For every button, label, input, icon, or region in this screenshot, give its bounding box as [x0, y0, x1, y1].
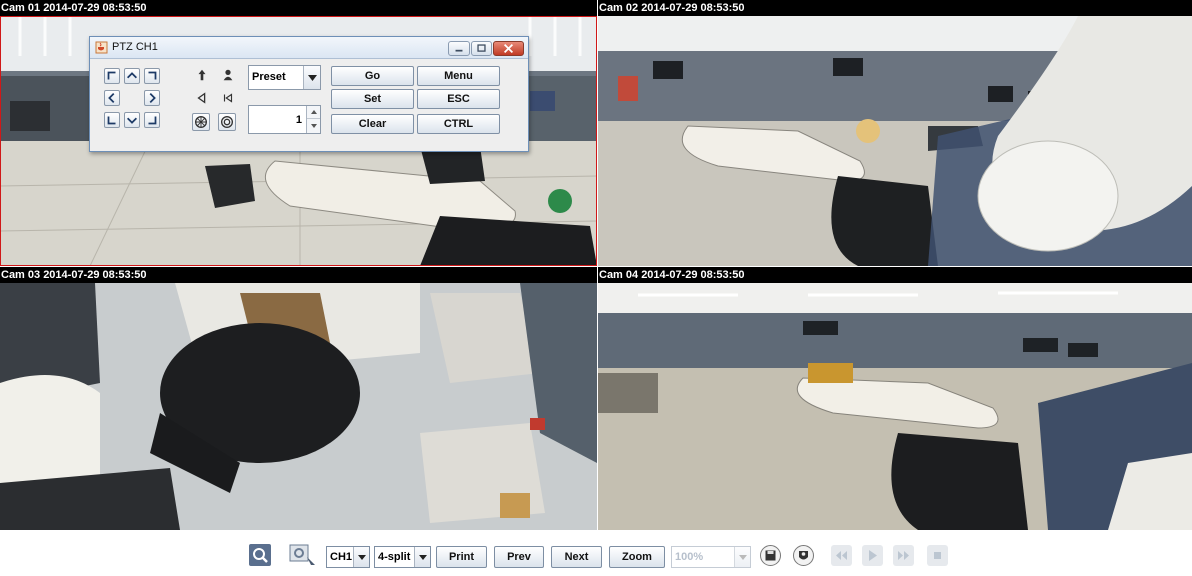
esc-button[interactable]: ESC — [417, 89, 500, 109]
zoom-level-select: 100% — [671, 546, 751, 568]
stop-icon — [926, 544, 949, 567]
camera-label-2: Cam 02 2014-07-29 08:53:50 — [598, 0, 1192, 16]
play-icon — [861, 544, 884, 567]
zoom-in-icon[interactable] — [194, 67, 210, 83]
minimize-icon[interactable] — [448, 41, 470, 56]
chevron-down-icon[interactable] — [353, 547, 369, 567]
preset-number-value: 1 — [295, 114, 302, 126]
pan-up-right-icon[interactable] — [144, 68, 160, 84]
go-button[interactable]: Go — [331, 66, 414, 86]
ptz-dialog[interactable]: PTZ CH1 Preset 1 Go Menu Set ESC Clear C… — [89, 36, 529, 152]
ptz-title: PTZ CH1 — [112, 41, 158, 53]
camera-tile-4[interactable]: Cam 04 2014-07-29 08:53:50 — [598, 267, 1192, 530]
preset-select[interactable]: Preset — [248, 65, 321, 90]
camera-feed-4[interactable] — [598, 283, 1192, 530]
camera-label-3: Cam 03 2014-07-29 08:53:50 — [0, 267, 597, 283]
bottom-toolbar: CH1 4-split Print Prev Next Zoom 100% — [0, 531, 1192, 576]
record-icon[interactable] — [792, 544, 815, 567]
search-icon[interactable] — [248, 543, 272, 567]
focus-near-icon[interactable] — [194, 90, 210, 106]
java-cup-icon — [95, 41, 108, 54]
split-layout-select[interactable]: 4-split — [374, 546, 431, 568]
camera-tile-2[interactable]: Cam 02 2014-07-29 08:53:50 — [598, 0, 1192, 266]
ctrl-button[interactable]: CTRL — [417, 114, 500, 134]
camera-feed-2[interactable] — [598, 16, 1192, 266]
focus-far-icon[interactable] — [220, 90, 236, 106]
split-layout-value: 4-split — [378, 551, 411, 563]
person-focus-icon[interactable] — [220, 67, 236, 83]
maximize-icon[interactable] — [471, 41, 492, 56]
pan-left-icon[interactable] — [104, 90, 120, 106]
iris-close-icon[interactable] — [218, 113, 236, 131]
tilt-down-icon[interactable] — [124, 112, 140, 128]
spin-up-icon[interactable] — [307, 106, 320, 119]
prev-button[interactable]: Prev — [494, 546, 544, 568]
camera-feed-3[interactable] — [0, 283, 597, 530]
camera-tile-3[interactable]: Cam 03 2014-07-29 08:53:50 — [0, 267, 597, 530]
fast-forward-icon — [892, 544, 915, 567]
preset-number-spinner[interactable] — [306, 106, 320, 133]
close-icon[interactable] — [493, 41, 524, 56]
zoom-level-value: 100% — [675, 551, 704, 563]
next-button[interactable]: Next — [551, 546, 602, 568]
iris-open-icon[interactable] — [192, 113, 210, 131]
chevron-down-icon[interactable] — [303, 66, 320, 89]
camera-label-1: Cam 01 2014-07-29 08:53:50 — [0, 0, 597, 16]
set-button[interactable]: Set — [331, 89, 414, 109]
ptz-settings-icon[interactable] — [288, 543, 318, 567]
print-button[interactable]: Print — [436, 546, 487, 568]
clear-button[interactable]: Clear — [331, 114, 414, 134]
chevron-down-icon[interactable] — [414, 547, 430, 567]
pan-down-left-icon[interactable] — [104, 112, 120, 128]
zoom-button[interactable]: Zoom — [609, 546, 665, 568]
channel-select-value: CH1 — [330, 551, 353, 563]
pan-right-icon[interactable] — [144, 90, 160, 106]
channel-select[interactable]: CH1 — [326, 546, 370, 568]
save-icon[interactable] — [759, 544, 782, 567]
camera-label-4: Cam 04 2014-07-29 08:53:50 — [598, 267, 1192, 283]
chevron-down-icon — [734, 547, 750, 567]
tilt-up-icon[interactable] — [124, 68, 140, 84]
rewind-icon — [830, 544, 853, 567]
preset-number-stepper[interactable]: 1 — [248, 105, 321, 134]
pan-up-left-icon[interactable] — [104, 68, 120, 84]
spin-down-icon[interactable] — [307, 119, 320, 132]
surveillance-viewer: Cam 01 2014-07-29 08:53:50 Cam 02 2014-0… — [0, 0, 1192, 576]
ptz-titlebar[interactable]: PTZ CH1 — [90, 37, 528, 59]
preset-select-value: Preset — [252, 71, 286, 83]
pan-down-right-icon[interactable] — [144, 112, 160, 128]
menu-button[interactable]: Menu — [417, 66, 500, 86]
